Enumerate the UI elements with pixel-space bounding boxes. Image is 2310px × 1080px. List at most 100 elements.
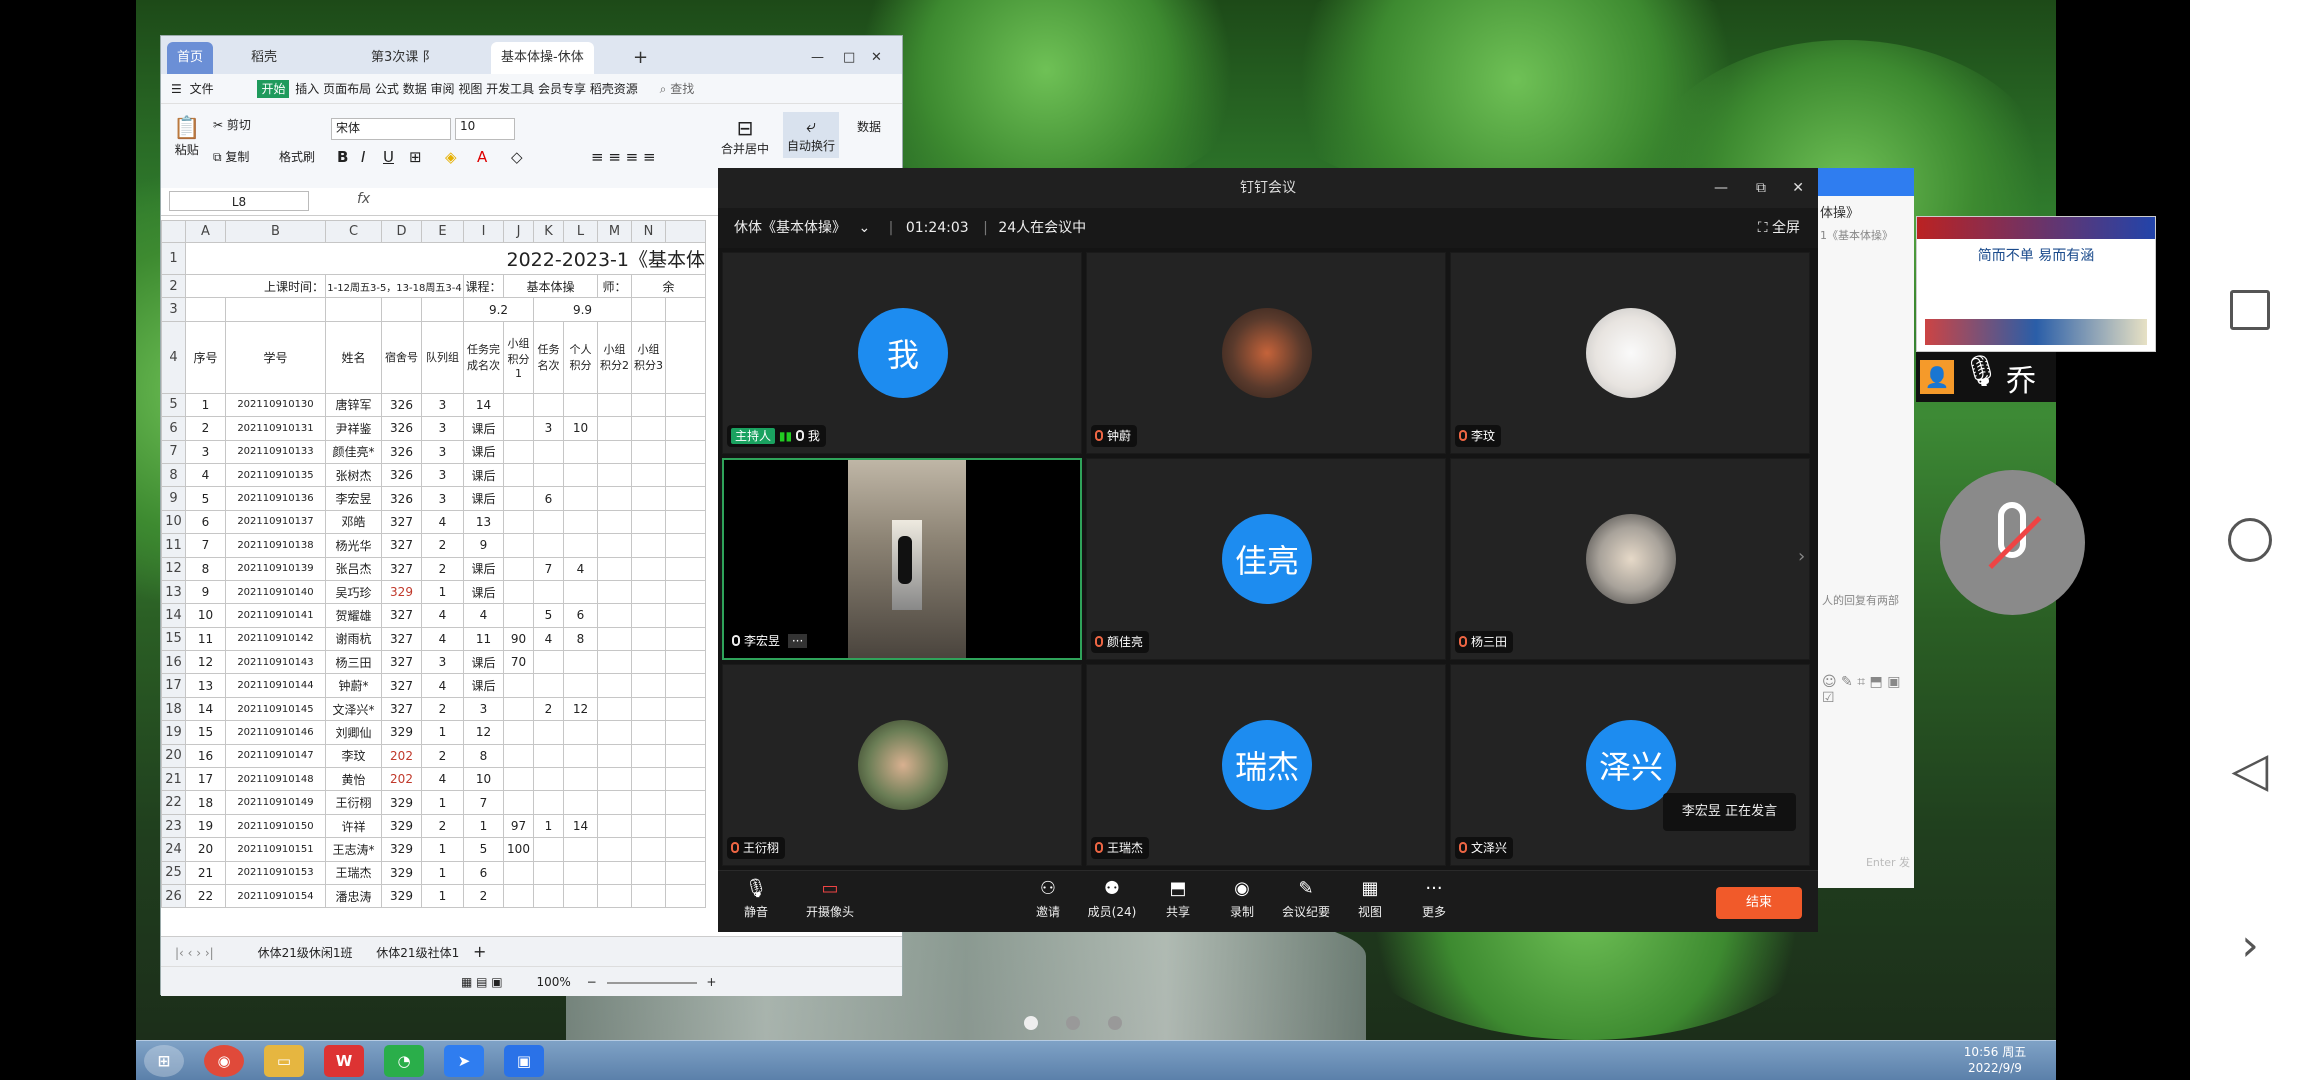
cell[interactable]: 颜佳亮* bbox=[325, 439, 382, 464]
cell[interactable]: 326 bbox=[381, 392, 422, 418]
row-number[interactable]: 2 bbox=[161, 273, 186, 299]
cell[interactable]: 10 bbox=[563, 416, 598, 441]
cell[interactable] bbox=[665, 392, 706, 418]
header-cell[interactable]: 任务完成名次 bbox=[463, 320, 504, 394]
cell[interactable]: 7 bbox=[463, 790, 504, 815]
course-value[interactable]: 基本体操 bbox=[503, 273, 598, 299]
participant-tile[interactable]: 佳亮 颜佳亮 bbox=[1086, 458, 1446, 660]
cell[interactable]: 课后 bbox=[463, 462, 504, 488]
cell[interactable] bbox=[381, 297, 422, 322]
cell[interactable]: 327 bbox=[381, 533, 422, 558]
cell[interactable]: 4 bbox=[185, 462, 226, 488]
invite-button[interactable]: ⚇ 邀请 bbox=[1018, 879, 1078, 920]
row-number[interactable]: 15 bbox=[161, 626, 186, 652]
cell[interactable]: 3 bbox=[533, 416, 564, 441]
cell[interactable] bbox=[503, 767, 534, 792]
cell[interactable] bbox=[631, 439, 666, 464]
cell[interactable]: 2 bbox=[421, 813, 464, 839]
cell[interactable] bbox=[533, 533, 564, 558]
time-label[interactable]: 上课时间： bbox=[185, 273, 326, 299]
cell[interactable] bbox=[503, 556, 534, 581]
cell[interactable]: 14 bbox=[563, 813, 598, 839]
cell[interactable] bbox=[597, 720, 632, 745]
cell[interactable]: 202110910142 bbox=[225, 626, 326, 652]
date-b[interactable]: 9.9 bbox=[533, 297, 632, 322]
cell[interactable] bbox=[563, 392, 598, 418]
cell[interactable] bbox=[185, 297, 226, 322]
cell[interactable]: 329 bbox=[381, 720, 422, 745]
col-letter[interactable]: J bbox=[503, 220, 534, 243]
row-number[interactable]: 11 bbox=[161, 533, 186, 558]
cell[interactable]: 329 bbox=[381, 837, 422, 862]
row-number[interactable]: 23 bbox=[161, 813, 186, 839]
cell[interactable] bbox=[597, 439, 632, 464]
cell[interactable]: 王衍栩 bbox=[325, 790, 382, 815]
close-icon[interactable]: ✕ bbox=[1792, 168, 1804, 208]
camera-button[interactable]: ▭ 开摄像头 bbox=[800, 879, 860, 920]
time-value[interactable]: 1-12周五3-5，13-18周五3-4 bbox=[325, 273, 464, 299]
cell[interactable]: 2 bbox=[533, 696, 564, 722]
col-letter[interactable]: L bbox=[563, 220, 598, 243]
cell[interactable]: 327 bbox=[381, 509, 422, 535]
menu-search[interactable]: ⌕ 查找 bbox=[660, 82, 695, 96]
cell[interactable]: 90 bbox=[503, 626, 534, 652]
cell[interactable] bbox=[503, 790, 534, 815]
cell[interactable] bbox=[665, 626, 706, 652]
new-tab-icon[interactable]: + bbox=[623, 42, 658, 74]
cell[interactable]: 202110910147 bbox=[225, 743, 326, 769]
cell[interactable]: 杨光华 bbox=[325, 533, 382, 558]
cell[interactable]: 7 bbox=[533, 556, 564, 581]
cell[interactable] bbox=[631, 486, 666, 511]
cell[interactable]: 邓皓 bbox=[325, 509, 382, 535]
cell[interactable] bbox=[597, 767, 632, 792]
row-number[interactable]: 3 bbox=[161, 297, 186, 322]
sheet-nav-icons[interactable]: |‹ ‹ › ›| bbox=[175, 946, 214, 960]
header-cell[interactable]: 小组积分3 bbox=[631, 320, 666, 394]
row-number[interactable]: 24 bbox=[161, 837, 186, 862]
cell[interactable]: 刘卿仙 bbox=[325, 720, 382, 745]
cell[interactable]: 9 bbox=[463, 533, 504, 558]
cell[interactable] bbox=[597, 883, 632, 909]
dingtalk-icon[interactable]: ➤ bbox=[444, 1045, 484, 1077]
col-letter[interactable]: E bbox=[421, 220, 464, 243]
cell[interactable]: 6 bbox=[463, 860, 504, 885]
cell[interactable] bbox=[563, 509, 598, 535]
cell[interactable]: 17 bbox=[185, 767, 226, 792]
cell[interactable]: 3 bbox=[421, 416, 464, 441]
row-number[interactable]: 14 bbox=[161, 603, 186, 628]
cell[interactable] bbox=[563, 790, 598, 815]
cell[interactable]: 202110910144 bbox=[225, 673, 326, 698]
cell[interactable] bbox=[631, 743, 666, 769]
add-sheet-icon[interactable]: + bbox=[473, 942, 486, 961]
cell[interactable]: 课后 bbox=[463, 650, 504, 675]
row-number[interactable]: 12 bbox=[161, 556, 186, 581]
copy-button[interactable]: ⧉ 复制 bbox=[213, 148, 249, 165]
presentation-thumbnail[interactable]: 简而不单 易而有涵 bbox=[1916, 216, 2156, 352]
cell[interactable] bbox=[533, 392, 564, 418]
cell[interactable]: 3 bbox=[421, 462, 464, 488]
tab-docer[interactable]: 稻壳 bbox=[241, 42, 287, 74]
cell[interactable]: 20 bbox=[185, 837, 226, 862]
cell[interactable]: 11 bbox=[463, 626, 504, 652]
corner-cell[interactable] bbox=[161, 220, 186, 243]
cell[interactable]: 4 bbox=[563, 556, 598, 581]
cell[interactable] bbox=[631, 720, 666, 745]
cell[interactable]: 课后 bbox=[463, 556, 504, 581]
cell[interactable] bbox=[597, 650, 632, 675]
cell[interactable] bbox=[563, 486, 598, 511]
cell[interactable]: 202110910143 bbox=[225, 650, 326, 675]
end-meeting-button[interactable]: 结束 bbox=[1716, 887, 1802, 919]
cell[interactable] bbox=[533, 860, 564, 885]
cell[interactable] bbox=[631, 860, 666, 885]
cell[interactable] bbox=[563, 883, 598, 909]
cell[interactable]: 14 bbox=[463, 392, 504, 418]
meeting-icon[interactable]: ▣ bbox=[504, 1045, 544, 1077]
cell[interactable] bbox=[563, 837, 598, 862]
cell[interactable] bbox=[665, 486, 706, 511]
zoom-level[interactable]: 100% bbox=[536, 975, 570, 989]
row-number[interactable]: 18 bbox=[161, 696, 186, 722]
cell[interactable]: 327 bbox=[381, 696, 422, 722]
cell[interactable] bbox=[503, 860, 534, 885]
cell[interactable]: 6 bbox=[185, 509, 226, 535]
cell[interactable] bbox=[225, 297, 326, 322]
